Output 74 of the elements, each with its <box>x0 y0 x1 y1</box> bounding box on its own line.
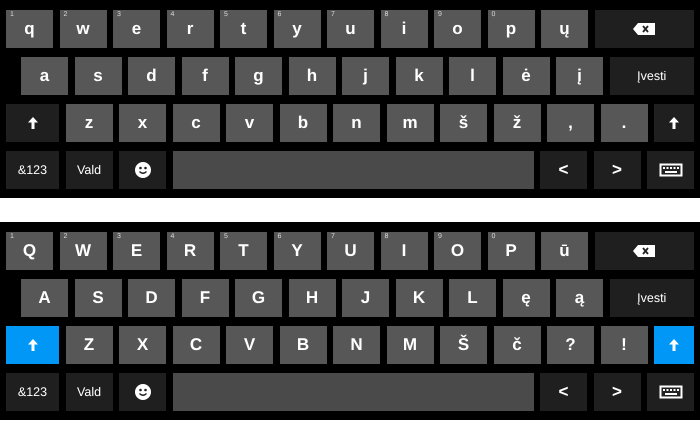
backspace-icon <box>633 245 656 257</box>
letter-key[interactable]: F <box>182 279 228 317</box>
letter-key[interactable]: v <box>226 104 273 142</box>
shift-key[interactable] <box>6 104 59 142</box>
arrow-key[interactable]: < <box>540 151 587 189</box>
letter-key[interactable]: j <box>342 57 389 95</box>
hide-keyboard-key[interactable] <box>647 151 694 189</box>
backspace-icon <box>633 23 656 35</box>
letter-key[interactable]: š <box>440 104 487 142</box>
letter-key[interactable]: ą <box>556 279 603 317</box>
letter-key[interactable]: n <box>333 104 380 142</box>
letter-key[interactable]: h <box>288 57 336 95</box>
function-key[interactable]: Vald <box>66 373 112 411</box>
smiley-icon <box>134 162 150 178</box>
letter-key[interactable]: ! <box>600 326 648 364</box>
function-key[interactable]: &123 <box>6 373 59 411</box>
letter-key[interactable]: D <box>128 279 175 317</box>
letter-key[interactable]: f <box>182 57 228 95</box>
letter-key[interactable]: č <box>494 326 540 364</box>
letter-key[interactable]: ę <box>502 279 550 317</box>
function-key[interactable]: Vald <box>66 151 112 189</box>
enter-key[interactable]: Įvesti <box>610 57 694 95</box>
letter-key[interactable]: K <box>396 279 442 317</box>
emoji-key[interactable] <box>119 373 166 411</box>
letter-key[interactable]: k <box>396 57 442 95</box>
letter-key[interactable]: . <box>600 104 648 142</box>
up-arrow-icon <box>28 117 38 129</box>
letter-key[interactable]: a <box>21 57 68 95</box>
arrow-key[interactable]: < <box>540 373 587 411</box>
letter-key[interactable]: Z <box>66 326 112 364</box>
letter-key[interactable]: J <box>342 279 389 317</box>
letter-key[interactable]: X <box>119 326 166 364</box>
letter-key[interactable]: L <box>449 279 496 317</box>
function-key[interactable]: &123 <box>6 151 59 189</box>
enter-key[interactable]: Įvesti <box>610 279 694 317</box>
letter-key[interactable]: ž <box>494 104 540 142</box>
up-arrow-icon <box>28 339 38 351</box>
letter-key[interactable]: s <box>74 57 122 95</box>
keyboard-icon <box>658 385 682 399</box>
arrow-key[interactable]: > <box>594 151 640 189</box>
letter-key[interactable]: m <box>386 104 434 142</box>
letter-key[interactable]: į <box>556 57 603 95</box>
letter-key[interactable]: l <box>449 57 496 95</box>
keyboard-icon <box>658 163 682 177</box>
letter-key[interactable]: B <box>280 326 326 364</box>
smiley-icon <box>134 384 150 400</box>
letter-key[interactable]: ū <box>541 232 588 270</box>
letter-key[interactable]: b <box>280 104 326 142</box>
letter-key[interactable]: V <box>226 326 273 364</box>
letter-key[interactable]: C <box>172 326 220 364</box>
letter-key[interactable]: ? <box>547 326 594 364</box>
letter-key[interactable]: ė <box>502 57 550 95</box>
shift-key[interactable] <box>654 104 694 142</box>
letter-key[interactable]: , <box>547 104 594 142</box>
letter-key[interactable]: g <box>235 57 282 95</box>
letter-key[interactable]: z <box>66 104 112 142</box>
letter-key[interactable]: S <box>74 279 122 317</box>
letter-key[interactable]: x <box>119 104 166 142</box>
letter-key[interactable]: G <box>235 279 282 317</box>
up-arrow-icon <box>669 117 679 129</box>
letter-key[interactable]: d <box>128 57 175 95</box>
letter-key[interactable]: N <box>333 326 380 364</box>
letter-key[interactable]: Š <box>440 326 487 364</box>
letter-key[interactable]: c <box>172 104 220 142</box>
arrow-key[interactable]: > <box>594 373 640 411</box>
backspace-key[interactable] <box>594 232 694 270</box>
emoji-key[interactable] <box>119 151 166 189</box>
letter-key[interactable]: M <box>386 326 434 364</box>
hide-keyboard-key[interactable] <box>647 373 694 411</box>
letter-key[interactable]: A <box>21 279 68 317</box>
up-arrow-icon <box>669 339 679 351</box>
letter-key[interactable]: ų <box>541 10 588 48</box>
backspace-key[interactable] <box>594 10 694 48</box>
letter-key[interactable]: H <box>288 279 336 317</box>
